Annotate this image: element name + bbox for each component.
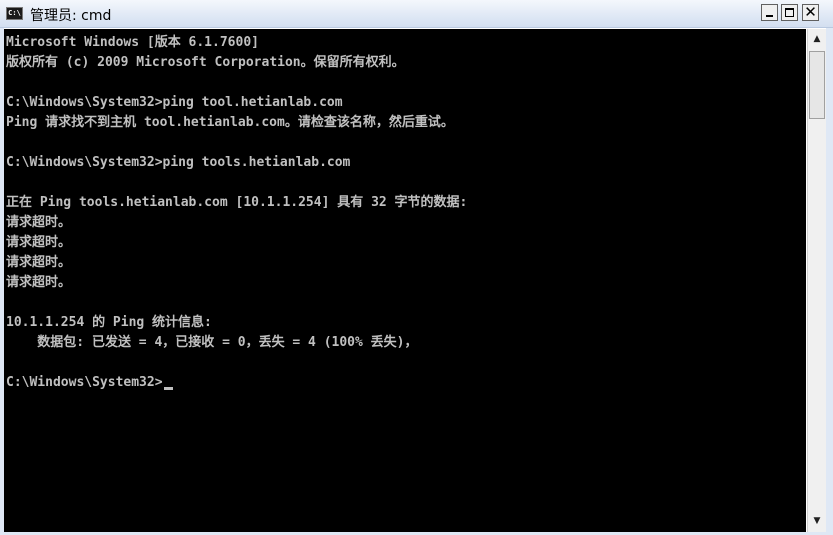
console-line: 请求超时。 — [6, 275, 72, 290]
cmd-window: C:\ 管理员: cmd ✕ Microsoft Windows [版本 6.1… — [0, 0, 833, 535]
console-line: 版权所有 (c) 2009 Microsoft Corporation。保留所有… — [6, 55, 405, 70]
close-button[interactable]: ✕ — [802, 4, 819, 21]
console-line: 正在 Ping tools.hetianlab.com [10.1.1.254]… — [6, 195, 468, 210]
console-line: C:\Windows\System32>ping tool.hetianlab.… — [6, 95, 343, 110]
scroll-thumb[interactable] — [809, 51, 825, 119]
maximize-button[interactable] — [781, 4, 798, 21]
console-line: 请求超时。 — [6, 215, 72, 230]
console-prompt-line[interactable]: C:\Windows\System32> — [6, 373, 467, 393]
minimize-button[interactable] — [761, 4, 778, 21]
console-line: C:\Windows\System32>ping tools.hetianlab… — [6, 155, 351, 170]
console-lines: Microsoft Windows [版本 6.1.7600] 版权所有 (c)… — [6, 33, 467, 393]
console-line: 请求超时。 — [6, 255, 72, 270]
console-line: 数据包: 已发送 = 4，已接收 = 0，丢失 = 4 (100% 丢失)， — [6, 335, 418, 350]
cmd-app-icon[interactable]: C:\ — [6, 7, 23, 20]
window-frame-right — [826, 28, 833, 535]
scroll-up-arrow-icon[interactable]: ▲ — [809, 31, 825, 48]
console-line: Microsoft Windows [版本 6.1.7600] — [6, 35, 259, 50]
console-prompt: C:\Windows\System32> — [6, 375, 163, 390]
scroll-down-arrow-icon[interactable]: ▼ — [809, 513, 825, 530]
console-line: 请求超时。 — [6, 235, 72, 250]
maximize-icon — [785, 8, 794, 17]
minimize-icon — [766, 15, 773, 17]
console-output[interactable]: Microsoft Windows [版本 6.1.7600] 版权所有 (c)… — [4, 29, 806, 532]
title-bar[interactable]: C:\ 管理员: cmd ✕ — [0, 0, 833, 28]
console-line: Ping 请求找不到主机 tool.hetianlab.com。请检查该名称，然… — [6, 115, 454, 130]
console-line: 10.1.1.254 的 Ping 统计信息: — [6, 315, 212, 330]
text-cursor — [163, 387, 173, 390]
window-title: 管理员: cmd — [30, 8, 112, 24]
vertical-scrollbar[interactable]: ▲ ▼ — [807, 29, 826, 532]
